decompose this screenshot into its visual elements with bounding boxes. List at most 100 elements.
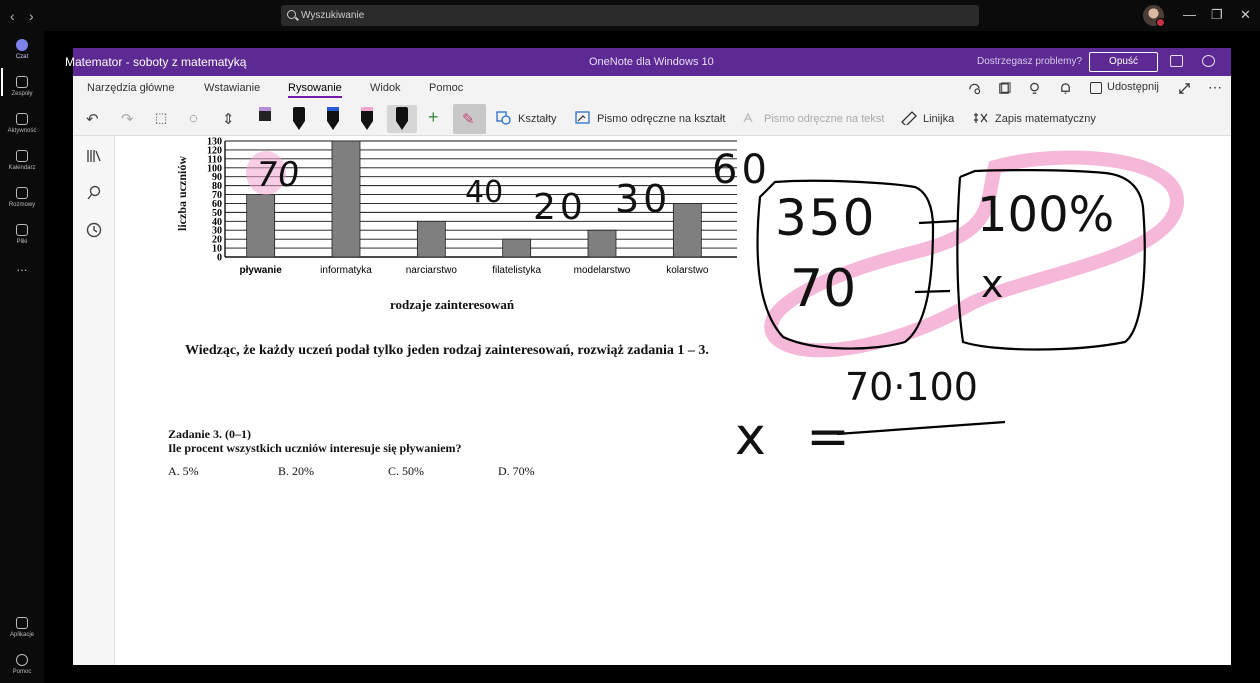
ink-note-60: 60	[712, 147, 771, 193]
back-arrow-icon[interactable]: ‹	[10, 8, 15, 24]
ruler-label: Linijka	[923, 113, 955, 125]
ink-to-text-icon	[743, 112, 753, 123]
shapes-button[interactable]: Kształty	[496, 111, 557, 125]
x-tick-label: pływanie	[240, 265, 283, 276]
ink-note-30: 30	[615, 177, 672, 221]
lasso-select-icon[interactable]: ◌	[189, 110, 198, 127]
search-icon[interactable]	[86, 185, 102, 201]
bar-3	[502, 238, 532, 258]
tab-draw[interactable]: Rysowanie	[288, 82, 342, 98]
teams-app-rail: Czat Zespoły Aktywność Kalendarz Rozmowy…	[0, 31, 44, 683]
ruler-button[interactable]: Linijka	[901, 111, 955, 125]
instruction-text: Wiedząc, że każdy uczeń podał tylko jede…	[185, 343, 709, 358]
tab-view[interactable]: Widok	[370, 82, 401, 94]
rail-label: Aplikacje	[9, 632, 34, 638]
notebook-title: Matemator - soboty z matematyką	[65, 55, 247, 69]
tab-home[interactable]: Narzędzia główne	[87, 82, 174, 94]
pen-blue[interactable]	[321, 105, 345, 133]
pen-selected-black[interactable]	[387, 105, 417, 133]
answer-b: B. 20%	[278, 464, 314, 478]
more-options-icon[interactable]: ⋯	[1208, 79, 1222, 96]
shapes-icon	[496, 111, 511, 125]
answer-a: A. 5%	[168, 464, 199, 478]
forward-arrow-icon[interactable]: ›	[29, 8, 34, 24]
bell-icon[interactable]	[1059, 82, 1072, 95]
rail-item-help[interactable]: Pomoc	[0, 654, 44, 675]
onenote-title-bar: Matemator - soboty z matematyką OneNote …	[65, 48, 1231, 76]
lightbulb-icon[interactable]	[1028, 82, 1041, 95]
bell-icon	[16, 113, 28, 125]
x-axis-label: rodzaje zainteresowań	[390, 297, 515, 312]
minimize-icon[interactable]: —	[1183, 7, 1196, 22]
rail-label: Pliki	[16, 239, 28, 245]
x-tick-label: modelarstwo	[574, 265, 631, 276]
shapes-label: Kształty	[518, 113, 557, 125]
rail-label: ...	[16, 259, 28, 274]
ink-to-shape-label: Pismo odręczne na kształt	[597, 113, 726, 125]
rail-label: Kalendarz	[8, 165, 36, 171]
tab-insert[interactable]: Wstawianie	[204, 82, 260, 94]
chat-icon	[16, 39, 28, 51]
rail-item-apps[interactable]: Aplikacje	[0, 617, 44, 638]
calendar-icon	[16, 150, 28, 162]
teams-icon	[16, 76, 28, 88]
tab-help[interactable]: Pomoc	[429, 82, 463, 94]
help-link[interactable]: Dostrzegasz problemy?	[977, 56, 1082, 67]
share-button[interactable]: Udostępnij	[1090, 81, 1159, 94]
ink-to-text-button[interactable]: Pismo odręczne na tekst	[742, 112, 885, 125]
rail-item-teams[interactable]: Zespoły	[0, 76, 44, 97]
ink-100-percent: 100%	[977, 187, 1115, 243]
ink-x: x	[981, 262, 1004, 306]
share-screen-icon[interactable]	[1170, 55, 1183, 67]
ribbon-tabs: Narzędzia główne Wstawianie Rysowanie Wi…	[73, 76, 1231, 102]
math-label: Zapis matematyczny	[995, 113, 1096, 125]
ink-numerator: 70·100	[845, 365, 978, 409]
y-tick-label: 130	[207, 137, 222, 148]
ink-to-shape-button[interactable]: Pismo odręczne na kształt	[575, 111, 726, 125]
avatar[interactable]	[1143, 5, 1165, 27]
rail-item-calls[interactable]: Rozmowy	[0, 187, 44, 208]
phone-icon	[16, 187, 28, 199]
sync-icon[interactable]	[968, 82, 981, 95]
highlighter-pink[interactable]	[355, 105, 379, 133]
more-apps-icon[interactable]: ...	[0, 259, 44, 274]
fullscreen-icon[interactable]	[1178, 82, 1191, 95]
ink-to-text-label: Pismo odręczne na tekst	[764, 113, 885, 125]
close-icon[interactable]: ✕	[1240, 7, 1251, 23]
note-page[interactable]: 0 10 20 30 40 50 60 70 80 90 100 110 120 130 pływanie…	[115, 137, 1231, 665]
task-title: Zadanie 3. (0–1)	[168, 427, 252, 441]
x-tick-label: informatyka	[320, 265, 372, 276]
pen-black[interactable]	[287, 105, 311, 133]
draw-toolbar: ↶ ↷ ⬚ ◌ ⇕ + ✎ Kształty Pismo odręczne na…	[73, 102, 1231, 136]
type-select-icon[interactable]: ⬚	[155, 110, 167, 126]
file-icon	[16, 224, 28, 236]
math-button[interactable]: Zapis matematyczny	[973, 113, 1096, 125]
notebooks-icon[interactable]	[998, 82, 1011, 95]
rail-label: Pomoc	[12, 669, 32, 675]
bar-0	[246, 194, 276, 258]
restore-icon[interactable]: ❐	[1211, 7, 1223, 23]
notebooks-icon[interactable]	[86, 148, 102, 164]
add-pen-icon[interactable]: +	[428, 107, 439, 128]
bar-2	[416, 220, 446, 258]
undo-icon[interactable]: ↶	[86, 110, 99, 128]
recent-icon[interactable]	[86, 222, 102, 238]
answer-c: C. 50%	[388, 464, 424, 478]
rail-item-activity[interactable]: Aktywność	[0, 113, 44, 134]
ink-to-shape-icon	[575, 111, 590, 124]
ink-dash-top	[918, 219, 958, 225]
apps-icon	[16, 617, 28, 629]
search-input[interactable]: Wyszukiwanie	[281, 5, 979, 26]
rail-item-calendar[interactable]: Kalendarz	[0, 150, 44, 171]
redo-icon[interactable]: ↷	[121, 110, 134, 128]
settings-icon[interactable]	[1202, 55, 1215, 67]
leave-button[interactable]: Opuść	[1089, 52, 1158, 72]
rail-item-files[interactable]: Pliki	[0, 224, 44, 245]
eraser-icon: ✎	[462, 111, 475, 128]
x-tick-label: kolarstwo	[666, 265, 709, 276]
ink-fraction-line	[836, 420, 1006, 436]
rail-item-chat[interactable]: Czat	[0, 39, 44, 60]
x-tick-label: filatelistyka	[492, 265, 541, 276]
add-space-icon[interactable]: ⇕	[222, 110, 235, 128]
pen-purple[interactable]	[253, 105, 277, 133]
